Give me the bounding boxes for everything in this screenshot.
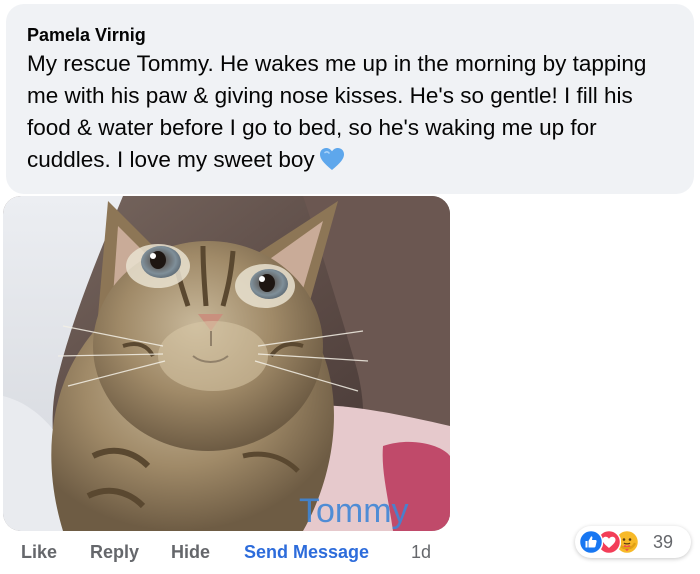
comment-timestamp[interactable]: 1d (411, 542, 431, 563)
like-icon (579, 530, 603, 554)
reaction-count: 39 (653, 532, 674, 552)
reply-button[interactable]: Reply (90, 542, 139, 563)
comment-author-name[interactable]: Pamela Virnig (27, 24, 676, 46)
hide-button[interactable]: Hide (171, 542, 210, 563)
comment-text-block: My rescue Tommy. He wakes me up in the m… (27, 48, 676, 176)
photo-watermark: Tommy (299, 492, 409, 530)
reaction-summary[interactable]: 39 (575, 526, 691, 558)
send-message-button[interactable]: Send Message (244, 542, 369, 563)
like-button[interactable]: Like (21, 542, 57, 563)
comment-bubble: Pamela Virnig My rescue Tommy. He wakes … (6, 4, 694, 194)
blue-heart-icon (319, 148, 344, 170)
cat-photo[interactable]: Tommy (3, 196, 450, 531)
